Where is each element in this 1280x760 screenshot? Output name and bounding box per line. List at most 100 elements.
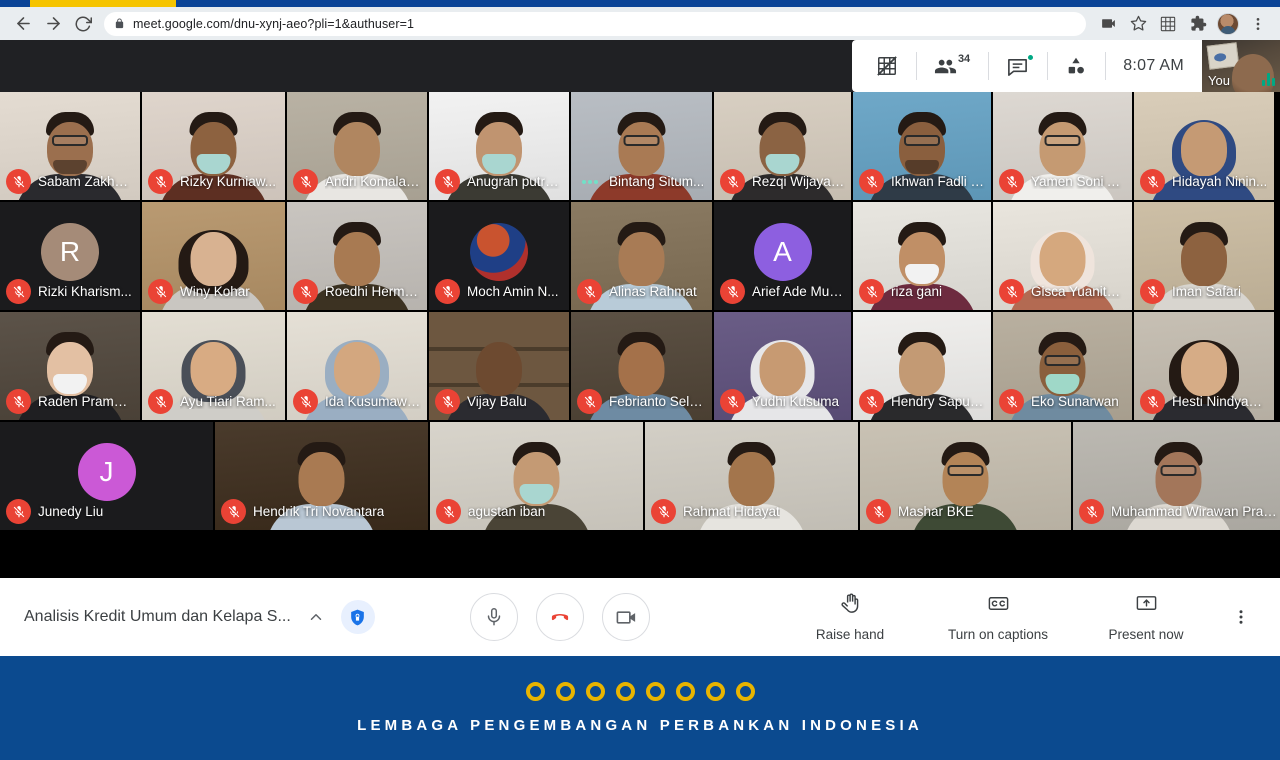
apps-grid-icon[interactable] [1154, 10, 1182, 38]
browser-toolbar-actions [1094, 10, 1272, 38]
participant-tile[interactable]: A Arief Ade Mulya [714, 202, 851, 310]
video-camera-icon[interactable] [1094, 10, 1122, 38]
speaking-indicator-icon [577, 169, 602, 194]
participant-name: agustan iban [468, 504, 546, 519]
participant-name-row: Muhammad Wirawan Prab... [1073, 499, 1278, 524]
participant-tile[interactable]: Hidayah Ninin... [1134, 92, 1274, 200]
participant-tile[interactable]: Sabam Zakhar... [0, 92, 140, 200]
participant-name: Rizki Kharism... [38, 284, 132, 299]
muted-mic-icon [436, 499, 461, 524]
organization-banner: LEMBAGA PENGEMBANGAN PERBANKAN INDONESIA [0, 656, 1280, 760]
extensions-puzzle-icon[interactable] [1184, 10, 1212, 38]
participant-name-row: Ayu Tiari Ram... [142, 389, 276, 414]
participant-tile[interactable]: Ayu Tiari Ram... [142, 312, 285, 420]
participant-row: J Junedy Liu Hendrik Tri Novantara agustan … [0, 422, 1280, 530]
participant-tile[interactable]: Rezqi Wijaya S... [714, 92, 851, 200]
participant-tile[interactable]: Andri Komala ... [287, 92, 427, 200]
activities-shapes-icon[interactable] [1047, 40, 1105, 92]
muted-mic-icon [859, 279, 884, 304]
participant-name: Raden Prames... [38, 394, 134, 409]
muted-mic-icon [293, 279, 318, 304]
participant-tile[interactable]: Rahmat Hidayat [645, 422, 858, 530]
microphone-toggle-button[interactable] [470, 593, 518, 641]
participant-tile[interactable]: Rizky Kurniaw... [142, 92, 285, 200]
raise-hand-label: Raise hand [815, 627, 885, 642]
browser-toolbar: meet.google.com/dnu-xynj-aeo?pli=1&authu… [0, 7, 1280, 40]
people-icon: 34 [934, 53, 970, 78]
participant-name-row: Febrianto Selv... [571, 389, 706, 414]
participant-tile[interactable]: Bintang Situm... [571, 92, 712, 200]
shield-lock-icon[interactable] [340, 600, 375, 634]
participant-name: Yamen Soni A... [1031, 174, 1126, 189]
participant-tile[interactable]: Yudhi Kusuma [714, 312, 851, 420]
participant-name-row: Ikhwan Fadli N... [853, 169, 985, 194]
participant-tile[interactable]: agustan iban [430, 422, 643, 530]
participant-name: Iman Safari [1172, 284, 1242, 299]
back-arrow-icon[interactable] [8, 10, 38, 38]
bookmark-star-icon[interactable] [1124, 10, 1152, 38]
participant-tile[interactable]: Alinas Rahmat [571, 202, 712, 310]
profile-avatar-icon[interactable] [1214, 10, 1242, 38]
present-screen-icon [1135, 592, 1158, 620]
end-call-button[interactable] [536, 593, 584, 641]
address-bar[interactable]: meet.google.com/dnu-xynj-aeo?pli=1&authu… [104, 11, 1086, 36]
participant-tile[interactable]: Hendry Saputra [853, 312, 991, 420]
participant-avatar: J [77, 442, 136, 501]
chat-button[interactable] [988, 40, 1047, 92]
participant-name-row: Alinas Rahmat [571, 279, 697, 304]
more-vertical-icon[interactable] [1220, 608, 1262, 626]
participant-name: riza gani [891, 284, 943, 299]
self-view-tile[interactable]: You [1202, 40, 1280, 92]
participant-tile[interactable]: R Rizki Kharism... [0, 202, 140, 310]
chrome-menu-icon[interactable] [1244, 10, 1272, 38]
muted-mic-icon [1140, 169, 1165, 194]
camera-toggle-button[interactable] [602, 593, 650, 641]
raise-hand-icon [839, 592, 862, 620]
participant-name-row: Yamen Soni A... [993, 169, 1126, 194]
participant-tile[interactable]: Febrianto Selv... [571, 312, 712, 420]
participant-tile[interactable]: Mashar BKE [860, 422, 1071, 530]
present-now-label: Present now [1108, 627, 1184, 642]
participant-name: Bintang Situm... [609, 174, 705, 189]
participant-tile[interactable]: Eko Sunarwan [993, 312, 1132, 420]
participant-tile[interactable]: Hendrik Tri Novantara [215, 422, 428, 530]
participant-tile[interactable]: Raden Prames... [0, 312, 140, 420]
participants-button[interactable]: 34 [915, 40, 988, 92]
meeting-title: Analisis Kredit Umum dan Kelapa S... [24, 608, 291, 625]
lock-icon [114, 17, 125, 30]
muted-mic-icon [148, 169, 173, 194]
grid-off-icon[interactable] [858, 40, 916, 92]
raise-hand-button[interactable]: Raise hand [776, 592, 924, 642]
participant-tile[interactable]: Roedhi Herma... [287, 202, 427, 310]
muted-mic-icon [148, 389, 173, 414]
captions-button[interactable]: Turn on captions [924, 592, 1072, 642]
participant-tile[interactable]: Moch Amin N... [429, 202, 569, 310]
participant-name-row: Arief Ade Mulya [714, 279, 845, 304]
meeting-extra-actions: Raise hand Turn on captions Present now [776, 592, 1280, 642]
participant-tile[interactable]: Ikhwan Fadli N... [853, 92, 991, 200]
banner-ring [525, 682, 545, 701]
participant-tile[interactable]: Gisca Yuanita ... [993, 202, 1132, 310]
participant-tile[interactable]: Anugrah putra ... [429, 92, 569, 200]
forward-arrow-icon[interactable] [38, 10, 68, 38]
participant-name-row: Hendrik Tri Novantara [215, 499, 384, 524]
meeting-clock: 8:07 AM [1105, 40, 1202, 92]
participant-tile[interactable]: Muhammad Wirawan Prab... [1073, 422, 1280, 530]
participant-name: Hidayah Ninin... [1172, 174, 1268, 189]
participant-name-row: Rahmat Hidayat [645, 499, 780, 524]
participant-tile[interactable]: Yamen Soni A... [993, 92, 1132, 200]
reload-icon[interactable] [68, 10, 98, 38]
participant-tile[interactable]: Vijay Balu [429, 312, 569, 420]
present-now-button[interactable]: Present now [1072, 592, 1220, 642]
participant-tile[interactable]: riza gani [853, 202, 991, 310]
participant-tile[interactable]: Hesti Nindyani... [1134, 312, 1274, 420]
participant-tile[interactable]: Iman Safari [1134, 202, 1274, 310]
participant-tile[interactable]: Ida Kusumawati [287, 312, 427, 420]
participant-name-row: Yudhi Kusuma [714, 389, 839, 414]
chevron-up-icon[interactable] [307, 608, 325, 626]
participant-tile[interactable]: Winy Kohar [142, 202, 285, 310]
muted-mic-icon [6, 389, 31, 414]
url-text: meet.google.com/dnu-xynj-aeo?pli=1&authu… [133, 16, 415, 31]
banner-ring [645, 682, 665, 701]
participant-tile[interactable]: J Junedy Liu [0, 422, 213, 530]
